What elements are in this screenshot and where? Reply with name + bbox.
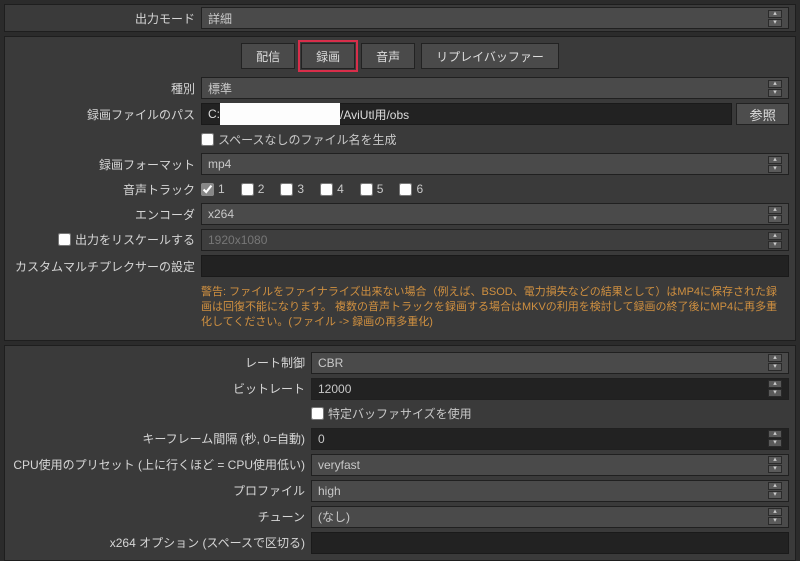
tab-stream[interactable]: 配信: [241, 43, 295, 69]
warning-text: 警告: ファイルをファイナライズ出来ない場合（例えば、BSOD、電力損失などの結…: [5, 279, 795, 336]
rec-format-label: 録画フォーマット: [11, 156, 201, 173]
tabs: 配信 録画 音声 リプレイバッファー: [5, 37, 795, 75]
rate-label: レート制御: [11, 354, 311, 371]
chevron-up-icon[interactable]: ▴: [768, 10, 782, 18]
track-4[interactable]: 4: [320, 182, 344, 196]
custom-buffer-checkbox[interactable]: 特定バッファサイズを使用: [311, 405, 472, 422]
keyframe-input[interactable]: 0 ▴▾: [311, 428, 789, 450]
chevron-down-icon[interactable]: ▾: [768, 19, 782, 27]
kind-select[interactable]: 標準 ▴▾: [201, 77, 789, 99]
rescale-label: 出力をリスケールする: [11, 231, 201, 249]
audio-track-label: 音声トラック: [11, 181, 201, 198]
track-5[interactable]: 5: [360, 182, 384, 196]
main-panel: 配信 録画 音声 リプレイバッファー 種別 標準 ▴▾ 録画ファイルのパス C:…: [4, 36, 796, 341]
track-2[interactable]: 2: [241, 182, 265, 196]
tab-audio[interactable]: 音声: [361, 43, 415, 69]
kind-label: 種別: [11, 80, 201, 97]
output-mode-panel: 出力モード 詳細 ▴▾: [4, 4, 796, 32]
encoder-panel: レート制御 CBR ▴▾ ビットレート 12000 ▴▾ 特定バッファサイズを使…: [4, 345, 796, 561]
no-space-checkbox[interactable]: スペースなしのファイル名を生成: [201, 131, 397, 148]
rate-select[interactable]: CBR ▴▾: [311, 352, 789, 374]
output-mode-select[interactable]: 詳細 ▴▾: [201, 7, 789, 29]
mux-input[interactable]: [201, 255, 789, 277]
encoder-select[interactable]: x264 ▴▾: [201, 203, 789, 225]
cpu-preset-select[interactable]: veryfast ▴▾: [311, 454, 789, 476]
profile-label: プロファイル: [11, 482, 311, 499]
tune-label: チューン: [11, 508, 311, 525]
output-mode-label: 出力モード: [11, 10, 201, 27]
tune-select[interactable]: (なし) ▴▾: [311, 506, 789, 528]
cpu-preset-label: CPU使用のプリセット (上に行くほど = CPU使用低い): [11, 456, 311, 473]
rec-format-select[interactable]: mp4 ▴▾: [201, 153, 789, 175]
browse-button[interactable]: 参照: [736, 103, 789, 125]
bitrate-label: ビットレート: [11, 380, 311, 397]
tab-record[interactable]: 録画: [301, 43, 355, 69]
rec-path-input[interactable]: C:/AviUtl用/obs: [201, 103, 732, 125]
bitrate-input[interactable]: 12000 ▴▾: [311, 378, 789, 400]
x264-opts-label: x264 オプション (スペースで区切る): [11, 534, 311, 551]
track-6[interactable]: 6: [399, 182, 423, 196]
track-3[interactable]: 3: [280, 182, 304, 196]
rec-path-label: 録画ファイルのパス: [11, 106, 201, 123]
audio-track-group: 1 2 3 4 5 6: [201, 182, 789, 196]
rescale-select: 1920x1080 ▴▾: [201, 229, 789, 251]
path-redacted: [220, 103, 340, 125]
profile-select[interactable]: high ▴▾: [311, 480, 789, 502]
x264-opts-input[interactable]: [311, 532, 789, 554]
encoder-label: エンコーダ: [11, 206, 201, 223]
track-1[interactable]: 1: [201, 182, 225, 196]
tab-replay[interactable]: リプレイバッファー: [421, 43, 559, 69]
mux-label: カスタムマルチプレクサーの設定: [11, 258, 201, 275]
keyframe-label: キーフレーム間隔 (秒, 0=自動): [11, 430, 311, 447]
rescale-checkbox[interactable]: [58, 233, 71, 246]
